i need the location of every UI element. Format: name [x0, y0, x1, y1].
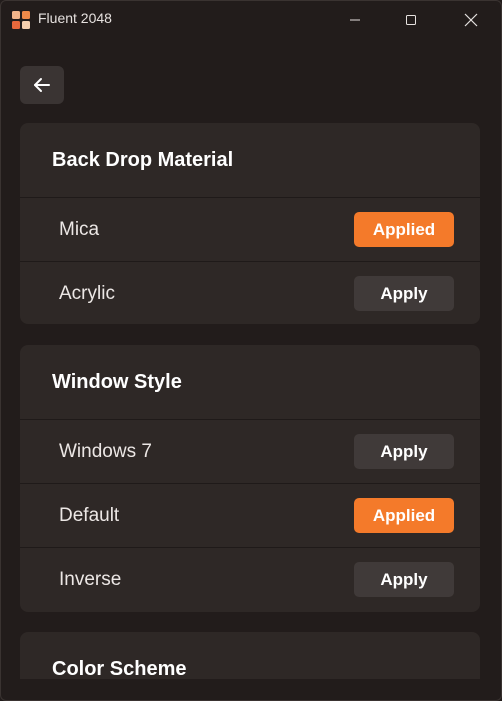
default-applied-button[interactable]: Applied [354, 498, 454, 533]
color-scheme-card: Color Scheme [20, 632, 480, 679]
option-label: Default [59, 504, 120, 526]
option-label: Inverse [59, 568, 122, 590]
option-label: Acrylic [59, 282, 115, 304]
maximize-icon [406, 15, 416, 25]
section-title: Window Style [52, 370, 182, 393]
window-title: Fluent 2048 [38, 10, 112, 26]
section-title: Back Drop Material [52, 148, 234, 171]
arrow-left-icon [34, 78, 50, 92]
option-label: Mica [59, 218, 100, 240]
option-label: Windows 7 [59, 440, 152, 462]
close-icon [464, 13, 478, 27]
window-style-card: Window Style Windows 7 Apply Default App… [20, 345, 480, 612]
minimize-icon [350, 19, 360, 21]
inverse-apply-button[interactable]: Apply [354, 562, 454, 597]
option-row-windows-7: Windows 7 Apply [20, 419, 480, 483]
close-button[interactable] [443, 1, 499, 39]
backdrop-material-card: Back Drop Material Mica Applied Acrylic … [20, 123, 480, 324]
title-bar[interactable]: Fluent 2048 [1, 1, 501, 39]
mica-applied-button[interactable]: Applied [354, 212, 454, 247]
maximize-button[interactable] [383, 1, 439, 39]
section-title: Color Scheme [52, 657, 187, 680]
option-row-default: Default Applied [20, 483, 480, 547]
minimize-button[interactable] [327, 1, 383, 39]
back-button[interactable] [20, 66, 64, 104]
option-row-inverse: Inverse Apply [20, 547, 480, 611]
fluent-2048-app-icon [12, 11, 30, 29]
option-row-mica: Mica Applied [20, 197, 480, 261]
windows-7-apply-button[interactable]: Apply [354, 434, 454, 469]
settings-scroll-area[interactable]: Back Drop Material Mica Applied Acrylic … [20, 123, 480, 679]
option-row-acrylic: Acrylic Apply [20, 261, 480, 324]
app-window: Fluent 2048 Back Drop Material Mica Appl… [0, 0, 502, 701]
acrylic-apply-button[interactable]: Apply [354, 276, 454, 311]
